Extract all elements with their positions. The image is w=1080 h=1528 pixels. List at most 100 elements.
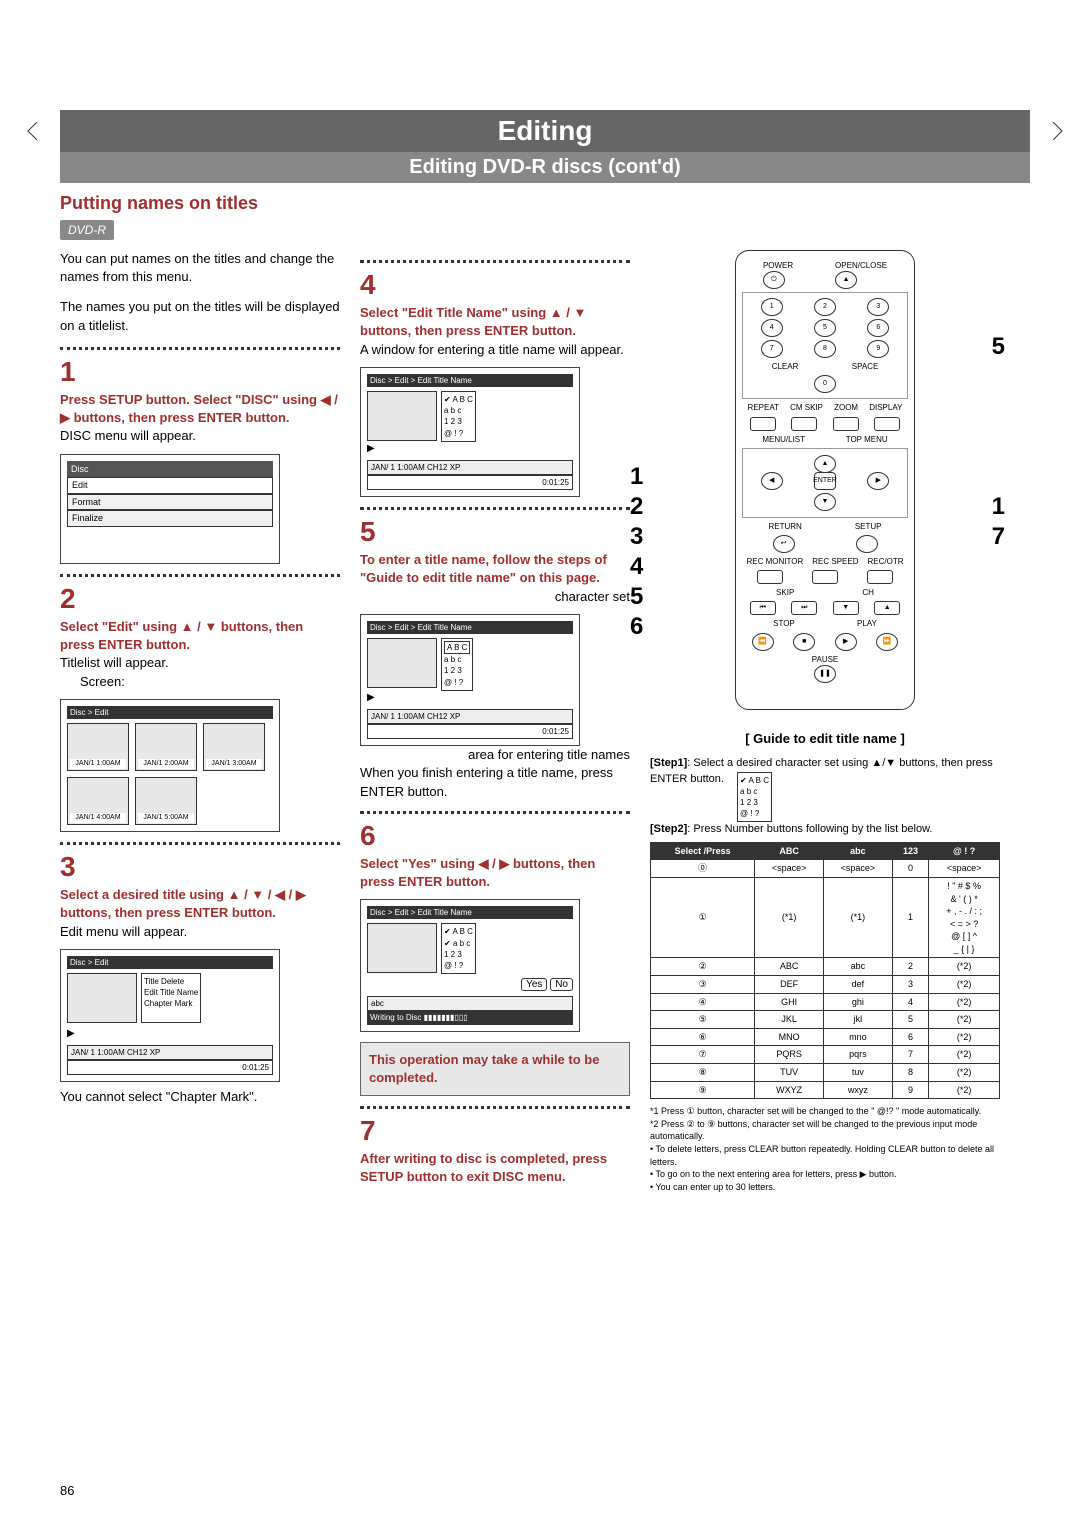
title-thumbnail: JAN/1 1:00AM (67, 723, 129, 771)
title-thumbnail (367, 391, 437, 441)
char-table-cell: ! " # $ % & ' ( ) * + , - . / : ; < = > … (929, 877, 1000, 958)
char-table-cell: PQRS (755, 1046, 824, 1064)
open-close-button-icon: ▲ (835, 271, 857, 289)
char-table-cell: TUV (755, 1064, 824, 1082)
entry-area-label: area for entering title names (360, 746, 630, 764)
num-button: 6 (867, 319, 889, 337)
step-6-number: 6 (360, 816, 630, 855)
char-table-cell: <space> (755, 860, 824, 878)
footnote-3: • To delete letters, press CLEAR button … (650, 1143, 1000, 1168)
step-5-instruction: To enter a title name, follow the steps … (360, 551, 630, 587)
dvdr-badge: DVD-R (60, 220, 114, 240)
remote-callout: 4 (630, 550, 643, 584)
breadcrumb: Disc > Edit > Edit Title Name (367, 906, 573, 919)
char-table-cell: ABC (755, 958, 824, 976)
disc-menu-item: Edit (67, 477, 273, 494)
char-table-cell: mno (824, 1028, 893, 1046)
step-4-result: A window for entering a title name will … (360, 341, 630, 359)
num-button: 9 (867, 340, 889, 358)
char-table-cell: pqrs (824, 1046, 893, 1064)
page-heading: Putting names on titles (60, 193, 1030, 214)
step-2-result: Titlelist will appear. (60, 654, 340, 672)
breadcrumb: Disc > Edit (67, 956, 273, 969)
title-thumbnail (367, 638, 437, 688)
edit-menu-screenshot: Disc > Edit Title Delete Edit Title Name… (60, 949, 280, 1083)
num-button: 7 (761, 340, 783, 358)
char-table-cell: <space> (824, 860, 893, 878)
rev-button-icon: ⏪ (752, 633, 774, 651)
char-table-cell: ⑨ (651, 1081, 755, 1099)
remote-callout: 7 (992, 520, 1005, 554)
char-table-cell: 3 (892, 976, 928, 994)
footnote-5: • You can enter up to 30 letters. (650, 1181, 1000, 1194)
char-table-cell: tuv (824, 1064, 893, 1082)
entry-value: abc (367, 996, 573, 1011)
step-7-number: 7 (360, 1111, 630, 1150)
guide-title: [ Guide to edit title name ] (650, 730, 1000, 748)
title-thumbnail: JAN/1 2:00AM (135, 723, 197, 771)
title-thumbnail: JAN/1 4:00AM (67, 777, 129, 825)
remote-callout: 3 (630, 520, 643, 554)
char-table-cell: <space> (929, 860, 1000, 878)
footnote-4: • To go on to the next entering area for… (650, 1168, 1000, 1181)
num-button: 5 (814, 319, 836, 337)
stop-button-icon: ■ (793, 633, 815, 651)
char-table-cell: ④ (651, 993, 755, 1011)
char-table-cell: (*2) (929, 1081, 1000, 1099)
finish-entry-note: When you finish entering a title name, p… (360, 764, 630, 800)
status-bar: JAN/ 1 1:00AM CH12 XP (367, 709, 573, 724)
char-table-cell: def (824, 976, 893, 994)
char-table-cell: ⑥ (651, 1028, 755, 1046)
char-table-cell: wxyz (824, 1081, 893, 1099)
char-table-cell: DEF (755, 976, 824, 994)
title-thumbnail: JAN/1 5:00AM (135, 777, 197, 825)
chapter-mark-note: You cannot select "Chapter Mark". (60, 1088, 340, 1106)
breadcrumb: Disc > Edit > Edit Title Name (367, 621, 573, 634)
step-1-result: DISC menu will appear. (60, 427, 340, 445)
char-table-cell: 5 (892, 1011, 928, 1029)
footnote-2: *2 Press ② to ⑨ buttons, character set w… (650, 1118, 1000, 1143)
step-2-instruction: Select "Edit" using ▲ / ▼ buttons, then … (60, 618, 340, 654)
char-table-cell: 4 (892, 993, 928, 1011)
edit-submenu: Title Delete Edit Title Name Chapter Mar… (141, 973, 201, 1023)
char-table-cell: (*1) (824, 877, 893, 958)
num-button: 3 (867, 298, 889, 316)
charset-box: ✔ A B C✔ a b c1 2 3@ ! ? (441, 923, 476, 974)
return-button-icon: ↩ (773, 535, 795, 553)
char-table-cell: GHI (755, 993, 824, 1011)
char-table-cell: 0 (892, 860, 928, 878)
char-table-cell: (*2) (929, 976, 1000, 994)
subsection-title: Editing DVD-R discs (cont'd) (60, 152, 1030, 183)
char-table-cell: 1 (892, 877, 928, 958)
title-thumbnail: JAN/1 3:00AM (203, 723, 265, 771)
disc-menu-item: Format (67, 494, 273, 511)
char-table-cell: MNO (755, 1028, 824, 1046)
time-status: 0:01:25 (367, 475, 573, 490)
character-table: Select /Press ABC abc 123 @ ! ? ⓪<space>… (650, 842, 1000, 1100)
char-table-cell: 7 (892, 1046, 928, 1064)
step-7-instruction: After writing to disc is completed, pres… (360, 1150, 630, 1186)
step-3-number: 3 (60, 847, 340, 886)
remote-callout: 1 (630, 460, 643, 494)
section-title: Editing (60, 110, 1030, 152)
title-thumbnail (367, 923, 437, 973)
char-table-cell: JKL (755, 1011, 824, 1029)
footnote-1: *1 Press ① button, character set will be… (650, 1105, 1000, 1118)
charset-box: ✔ A B Ca b c1 2 3@ ! ? (441, 391, 476, 442)
char-table-cell: ghi (824, 993, 893, 1011)
yes-button: Yes (521, 978, 547, 991)
num-button: 2 (814, 298, 836, 316)
remote-callout: 1 (992, 490, 1005, 524)
step-1-number: 1 (60, 352, 340, 391)
char-table-cell: ① (651, 877, 755, 958)
time-status: 0:01:25 (67, 1060, 273, 1075)
char-table-cell: WXYZ (755, 1081, 824, 1099)
guide-step-1: [Step1]: Select a desired character set … (650, 756, 1000, 822)
char-table-cell: abc (824, 958, 893, 976)
charset-label: character set (360, 588, 630, 606)
setup-button-icon (856, 535, 878, 553)
no-button: No (550, 978, 573, 991)
char-table-cell: ③ (651, 976, 755, 994)
step-3-instruction: Select a desired title using ▲ / ▼ / ◀ /… (60, 886, 340, 922)
intro-text-2: The names you put on the titles will be … (60, 298, 340, 334)
